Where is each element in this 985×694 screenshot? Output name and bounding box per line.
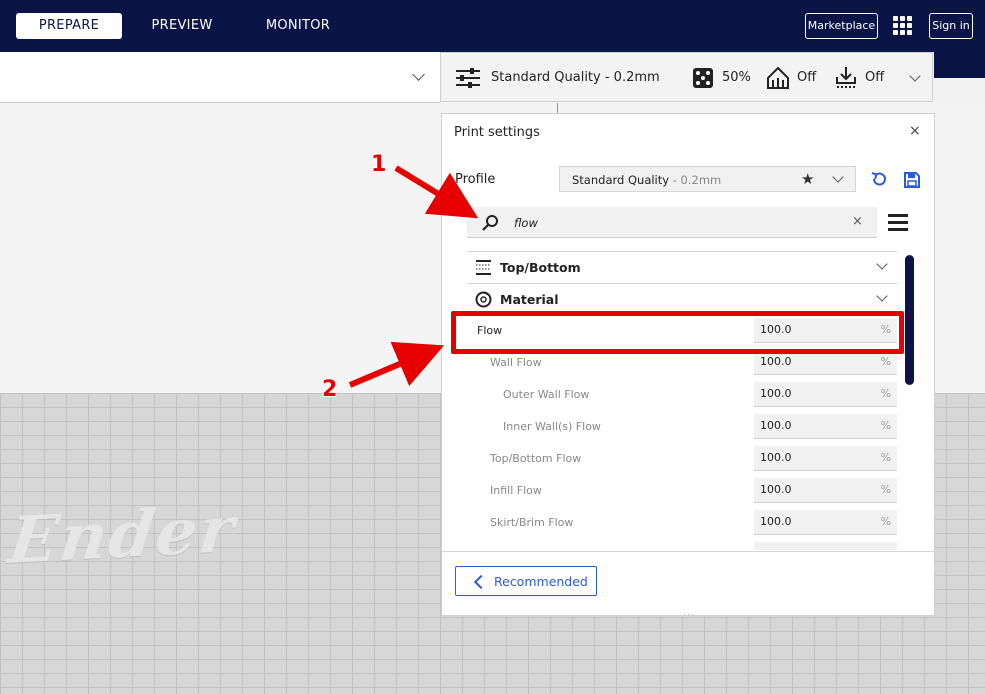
chevron-left-icon <box>473 574 489 590</box>
flow-highlight-box <box>451 311 904 354</box>
profile-label: Profile <box>455 172 496 187</box>
menu-icon[interactable] <box>888 214 908 231</box>
setting-row-top-bottom-flow[interactable]: Top/Bottom Flow 100.0% <box>467 442 897 474</box>
tab-preview[interactable]: PREVIEW <box>137 13 227 39</box>
profile-name: Standard Quality - 0.2mm <box>572 173 722 187</box>
print-settings-panel: Print settings × Profile Standard Qualit… <box>441 113 935 618</box>
setting-label: Top/Bottom Flow <box>490 452 582 465</box>
support-value: Off <box>797 70 817 85</box>
sliders-icon <box>456 68 480 88</box>
category-label: Top/Bottom <box>500 260 581 275</box>
recommended-button[interactable]: Recommended <box>455 566 597 596</box>
setting-row-outer-wall-flow[interactable]: Outer Wall Flow 100.0% <box>467 378 897 410</box>
setting-row-partial <box>467 538 897 550</box>
chevron-down-icon <box>832 171 844 183</box>
search-input[interactable]: flow × <box>467 207 877 238</box>
infill-value: 50% <box>722 70 751 85</box>
star-icon[interactable]: ★ <box>801 170 814 188</box>
setting-label: Skirt/Brim Flow <box>490 516 574 529</box>
tab-prepare[interactable]: PREPARE <box>16 13 122 39</box>
resize-handle[interactable]: ... <box>683 607 696 618</box>
setting-value-field[interactable]: 100.0% <box>754 414 897 439</box>
settings-scrollbar[interactable] <box>905 255 914 385</box>
search-value: flow <box>514 216 538 230</box>
settings-list: Top/Bottom Material Flow 100.0% Wall Flo… <box>467 250 899 550</box>
annotation-number-2: 2 <box>322 377 338 402</box>
plate-logo: Ender <box>4 492 241 579</box>
tab-monitor[interactable]: MONITOR <box>253 13 343 39</box>
top-bottom-icon <box>476 260 491 275</box>
top-bar: PREPARE PREVIEW MONITOR Marketplace Sign… <box>0 0 985 52</box>
clear-icon[interactable]: × <box>852 214 863 229</box>
close-icon[interactable]: × <box>909 123 921 139</box>
material-icon <box>475 291 492 308</box>
adhesion-value: Off <box>865 70 885 85</box>
recommended-label: Recommended <box>494 574 588 589</box>
setting-label: Inner Wall(s) Flow <box>503 420 601 433</box>
chevron-down-icon <box>876 258 888 270</box>
setting-row-inner-wall-flow[interactable]: Inner Wall(s) Flow 100.0% <box>467 410 897 442</box>
save-icon[interactable] <box>903 171 921 189</box>
category-label: Material <box>500 292 559 307</box>
chevron-down-icon <box>876 290 888 302</box>
infill-icon <box>693 68 713 88</box>
sign-in-button[interactable]: Sign in <box>929 13 973 39</box>
grid-icon[interactable] <box>893 16 913 36</box>
setting-label: Infill Flow <box>490 484 542 497</box>
setting-row-skirt-brim-flow[interactable]: Skirt/Brim Flow 100.0% <box>467 506 897 538</box>
print-setup-selector[interactable]: Standard Quality - 0.2mm 50% Off Off <box>440 52 933 102</box>
search-icon <box>482 215 498 231</box>
annotation-number-1: 1 <box>371 152 387 177</box>
setting-value-field[interactable]: 100.0% <box>754 382 897 407</box>
setting-value-field[interactable]: 100.0% <box>754 478 897 503</box>
adhesion-icon <box>836 67 856 88</box>
chevron-down-icon[interactable] <box>909 70 921 82</box>
setting-value-field[interactable]: 100.0% <box>754 510 897 535</box>
setting-label: Outer Wall Flow <box>503 388 590 401</box>
panel-title: Print settings <box>454 125 540 140</box>
quality-profile-label: Standard Quality - 0.2mm <box>491 70 660 85</box>
header-extension <box>934 52 985 78</box>
setting-value-field[interactable]: 100.0% <box>754 446 897 471</box>
profile-dropdown[interactable]: Standard Quality - 0.2mm ★ <box>559 166 856 192</box>
chevron-down-icon <box>412 68 425 81</box>
marketplace-button[interactable]: Marketplace <box>805 13 878 39</box>
printer-selector[interactable] <box>0 52 440 103</box>
setting-label: Wall Flow <box>490 356 542 369</box>
setting-row-infill-flow[interactable]: Infill Flow 100.0% <box>467 474 897 506</box>
category-top-bottom[interactable]: Top/Bottom <box>467 251 897 283</box>
reset-icon[interactable] <box>870 170 888 188</box>
setting-value-field <box>754 542 897 550</box>
panel-divider <box>442 551 934 552</box>
support-icon <box>767 66 789 89</box>
